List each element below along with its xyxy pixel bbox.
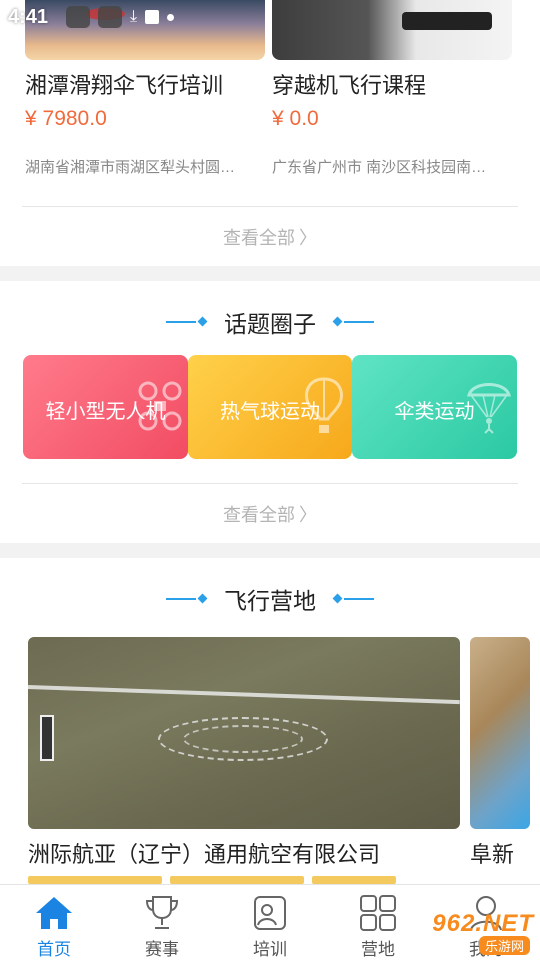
watermark-logo: 962.NET 乐游网 — [404, 908, 534, 955]
camp-icon — [360, 895, 396, 931]
training-icon — [254, 896, 286, 930]
divider — [22, 483, 518, 484]
topic-label: 热气球运动 — [220, 401, 320, 423]
course-price: ¥ 0.0 — [272, 107, 319, 130]
camp-title: 洲际航亚（辽宁）通用航空有限公司 — [28, 842, 381, 867]
status-bar: 4:41 ⤓ — [0, 0, 540, 36]
notification-icon — [98, 6, 122, 28]
nav-label: 首页 — [37, 940, 71, 959]
download-icon: ⤓ — [130, 8, 138, 25]
view-all-topics-link[interactable]: 查看全部〉 — [0, 501, 540, 527]
notification-icon — [66, 6, 90, 28]
status-time: 4:41 — [8, 6, 49, 28]
nav-item-training[interactable]: 培训 — [216, 885, 324, 960]
header-decoration-right — [333, 316, 375, 327]
nav-item-events[interactable]: 赛事 — [108, 885, 216, 960]
watermark-brand: 962.NET — [432, 910, 534, 937]
chevron-right-icon: 〉 — [299, 228, 317, 248]
camp-image — [470, 637, 530, 829]
home-icon — [36, 897, 72, 929]
camp-card[interactable]: 洲际航亚（辽宁）通用航空有限公司 — [28, 637, 460, 884]
course-address: 湖南省湘潭市雨湖区犁头村圆… — [25, 159, 236, 176]
course-title: 穿越机飞行课程 — [272, 73, 427, 98]
view-all-courses-link[interactable]: 查看全部〉 — [0, 224, 540, 250]
status-icons: ⤓ — [66, 6, 175, 28]
course-title: 湘潭滑翔伞飞行培训 — [25, 73, 224, 98]
divider — [22, 206, 518, 207]
topics-section: 话题圈子 轻小型无人机 热气球运动 伞类运动 查看全部〉 — [0, 281, 540, 543]
header-decoration-left — [165, 593, 207, 604]
course-price: ¥ 7980.0 — [25, 107, 107, 130]
training-section: 湘潭滑翔伞飞行培训 ¥ 7980.0 湖南省湘潭市雨湖区犁头村圆… 穿越机飞行课… — [0, 0, 540, 266]
battery-icon — [518, 8, 528, 26]
section-title: 话题圈子 — [224, 311, 316, 337]
header-decoration-left — [165, 316, 207, 327]
app-notification-icon — [145, 10, 160, 24]
more-notifications-icon — [167, 13, 175, 21]
camp-tags — [28, 876, 396, 884]
nav-label: 培训 — [253, 940, 287, 959]
nav-label: 赛事 — [145, 940, 179, 959]
header-decoration-right — [333, 593, 375, 604]
watermark-sub: 乐游网 — [478, 936, 530, 955]
nav-item-home[interactable]: 首页 — [0, 885, 108, 960]
course-address: 广东省广州市 南沙区科技园南… — [272, 159, 487, 176]
view-all-label: 查看全部 — [223, 505, 295, 525]
section-header: 话题圈子 — [0, 305, 540, 339]
topic-label: 伞类运动 — [394, 401, 475, 423]
chevron-right-icon: 〉 — [299, 505, 317, 525]
camp-tag — [28, 876, 162, 884]
camp-tag — [312, 876, 396, 884]
camp-image — [28, 637, 460, 829]
section-header: 飞行营地 — [0, 582, 540, 616]
trophy-icon — [145, 896, 179, 929]
section-title: 飞行营地 — [224, 588, 316, 614]
topic-label: 轻小型无人机 — [45, 401, 166, 423]
camp-card[interactable]: 阜新 — [470, 637, 530, 869]
view-all-label: 查看全部 — [223, 228, 295, 248]
topic-card-balloon[interactable]: 热气球运动 — [188, 355, 352, 459]
topic-card-drone[interactable]: 轻小型无人机 — [23, 355, 188, 459]
topic-card-parachute[interactable]: 伞类运动 — [352, 355, 517, 459]
camp-tag — [170, 876, 304, 884]
camp-title: 阜新 — [470, 842, 515, 867]
camps-section: 飞行营地 洲际航亚（辽宁）通用航空有限公司 阜新 — [0, 558, 540, 888]
